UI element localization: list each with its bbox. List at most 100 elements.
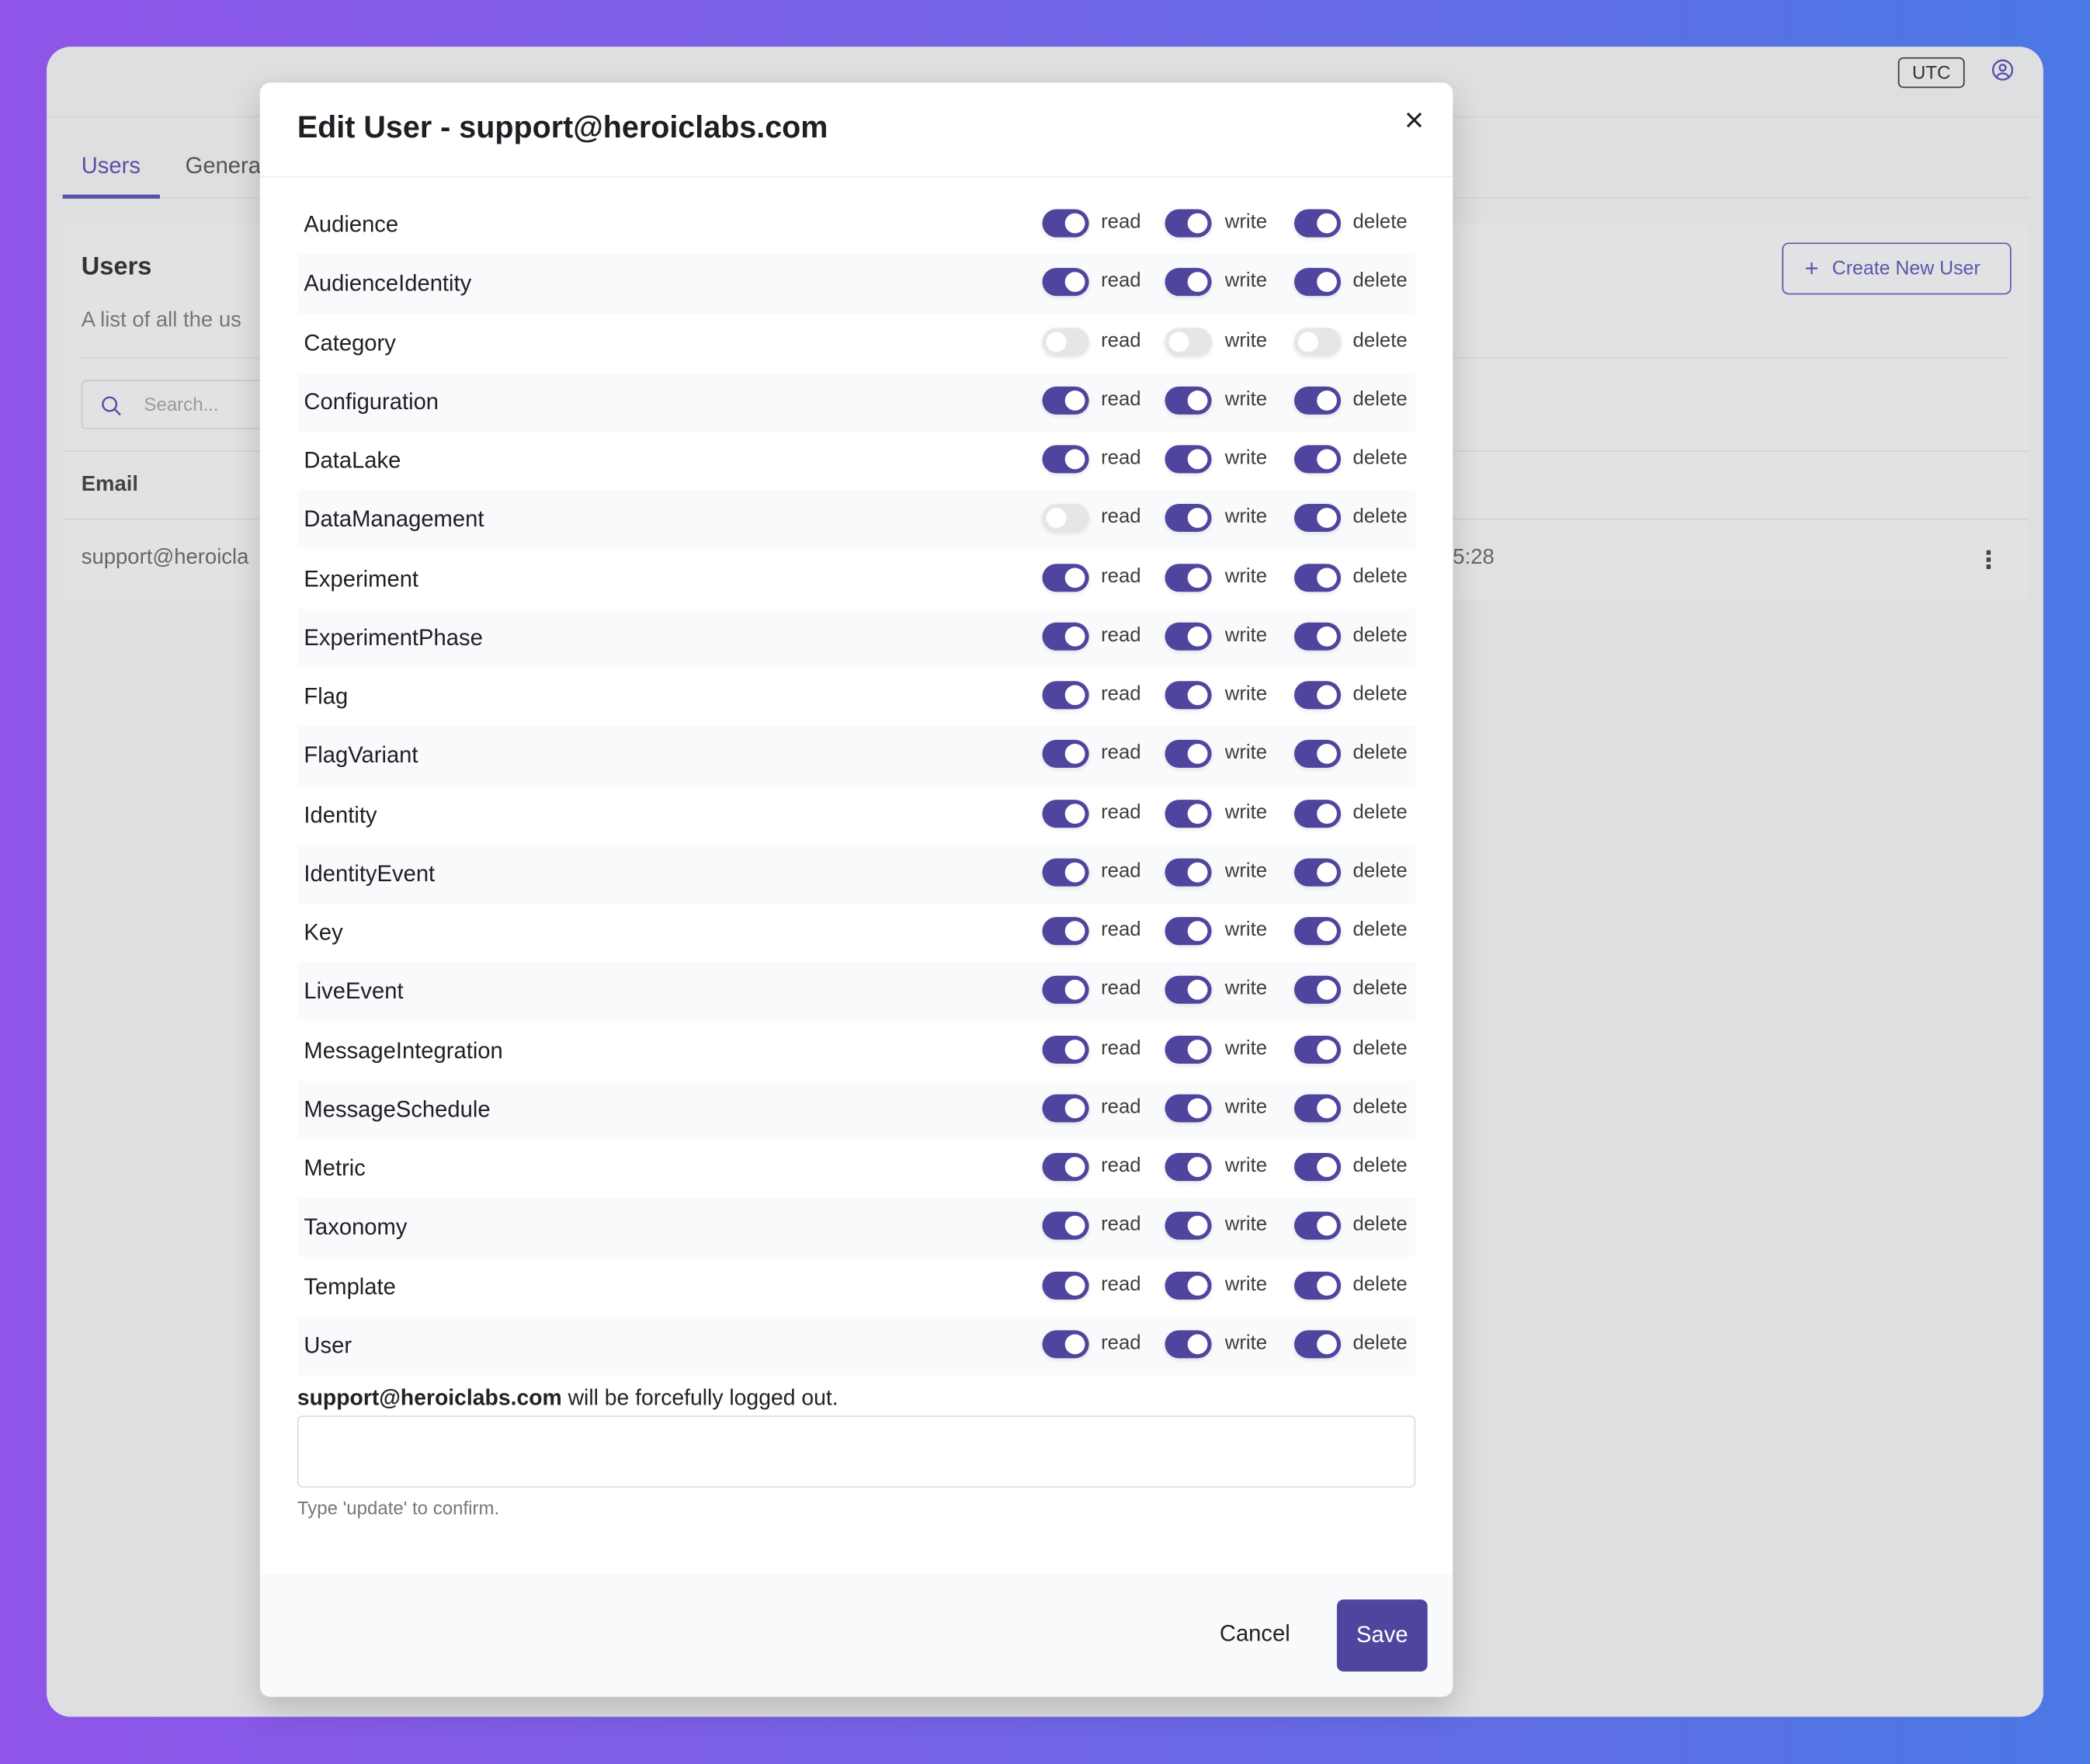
- delete-label: delete: [1352, 1096, 1408, 1119]
- delete-toggle[interactable]: [1294, 1153, 1342, 1182]
- delete-toggle[interactable]: [1294, 799, 1342, 828]
- permission-row: DataManagement read write delete: [297, 491, 1416, 550]
- modal-title: Edit User - support@heroiclabs.com: [297, 109, 828, 144]
- write-toggle[interactable]: [1165, 1212, 1212, 1241]
- delete-toggle[interactable]: [1294, 563, 1342, 592]
- read-label: read: [1101, 269, 1141, 293]
- user-circle-icon[interactable]: [1991, 59, 2014, 82]
- timezone-button[interactable]: UTC: [1897, 57, 1965, 89]
- write-toggle[interactable]: [1165, 976, 1212, 1005]
- write-label: write: [1224, 1331, 1268, 1355]
- read-toggle[interactable]: [1042, 917, 1089, 946]
- read-label: read: [1101, 859, 1141, 883]
- write-label: write: [1224, 269, 1268, 293]
- delete-label: delete: [1352, 387, 1408, 411]
- write-toggle[interactable]: [1165, 681, 1212, 710]
- delete-toggle[interactable]: [1294, 858, 1342, 887]
- delete-toggle[interactable]: [1294, 622, 1342, 651]
- read-toggle[interactable]: [1042, 268, 1089, 297]
- read-toggle[interactable]: [1042, 1330, 1089, 1359]
- permission-row: FlagVariant read write delete: [297, 727, 1416, 786]
- permission-row: ExperimentPhase read write delete: [297, 609, 1416, 668]
- delete-toggle[interactable]: [1294, 209, 1342, 238]
- plus-icon: +: [1804, 254, 1819, 282]
- read-toggle[interactable]: [1042, 445, 1089, 474]
- tab-general[interactable]: Genera: [186, 153, 261, 179]
- write-toggle[interactable]: [1165, 1271, 1212, 1300]
- write-toggle[interactable]: [1165, 1094, 1212, 1123]
- read-toggle[interactable]: [1042, 1035, 1089, 1064]
- create-user-button[interactable]: + Create New User: [1782, 242, 2012, 295]
- read-toggle[interactable]: [1042, 504, 1089, 533]
- write-toggle[interactable]: [1165, 563, 1212, 592]
- write-toggle[interactable]: [1165, 1035, 1212, 1064]
- write-toggle[interactable]: [1165, 445, 1212, 474]
- user-email-cell[interactable]: support@heroicla: [82, 547, 249, 571]
- delete-toggle[interactable]: [1294, 504, 1342, 533]
- write-toggle[interactable]: [1165, 917, 1212, 946]
- delete-label: delete: [1352, 269, 1408, 293]
- read-label: read: [1101, 564, 1141, 588]
- delete-toggle[interactable]: [1294, 268, 1342, 297]
- delete-toggle[interactable]: [1294, 681, 1342, 710]
- delete-toggle[interactable]: [1294, 1271, 1342, 1300]
- read-toggle[interactable]: [1042, 681, 1089, 710]
- read-toggle[interactable]: [1042, 1153, 1089, 1182]
- read-toggle[interactable]: [1042, 622, 1089, 651]
- write-label: write: [1224, 623, 1268, 647]
- permission-row: Identity read write delete: [297, 786, 1415, 845]
- read-toggle[interactable]: [1042, 563, 1089, 592]
- write-toggle[interactable]: [1165, 1330, 1212, 1359]
- write-toggle[interactable]: [1165, 740, 1212, 769]
- delete-toggle[interactable]: [1294, 386, 1342, 415]
- permission-row: DataLake read write delete: [297, 432, 1415, 491]
- delete-toggle[interactable]: [1294, 327, 1342, 356]
- close-icon[interactable]: [1401, 106, 1427, 133]
- read-toggle[interactable]: [1042, 799, 1089, 828]
- save-button[interactable]: Save: [1336, 1599, 1428, 1672]
- write-label: write: [1224, 1155, 1268, 1178]
- write-label: write: [1224, 859, 1268, 883]
- write-toggle[interactable]: [1165, 268, 1212, 297]
- delete-label: delete: [1352, 1331, 1408, 1355]
- read-toggle[interactable]: [1042, 1212, 1089, 1241]
- tab-users[interactable]: Users: [82, 153, 141, 179]
- read-toggle[interactable]: [1042, 976, 1089, 1005]
- write-label: write: [1224, 800, 1268, 824]
- delete-toggle[interactable]: [1294, 976, 1342, 1005]
- read-toggle[interactable]: [1042, 858, 1089, 887]
- delete-toggle[interactable]: [1294, 445, 1342, 474]
- write-toggle[interactable]: [1165, 858, 1212, 887]
- delete-toggle[interactable]: [1294, 740, 1342, 769]
- write-toggle[interactable]: [1165, 386, 1212, 415]
- permission-row: MessageSchedule read write delete: [297, 1081, 1416, 1140]
- write-toggle[interactable]: [1165, 504, 1212, 533]
- delete-label: delete: [1352, 446, 1408, 470]
- permission-name: Category: [304, 329, 396, 356]
- read-toggle[interactable]: [1042, 1094, 1089, 1123]
- read-toggle[interactable]: [1042, 386, 1089, 415]
- confirm-helper: Type 'update' to confirm.: [297, 1496, 500, 1519]
- write-toggle[interactable]: [1165, 327, 1212, 356]
- more-options-icon[interactable]: ⋮: [1977, 548, 2001, 572]
- write-label: write: [1224, 328, 1268, 352]
- delete-toggle[interactable]: [1294, 1212, 1342, 1241]
- delete-toggle[interactable]: [1294, 1330, 1342, 1359]
- write-toggle[interactable]: [1165, 1153, 1212, 1182]
- read-toggle[interactable]: [1042, 1271, 1089, 1300]
- write-toggle[interactable]: [1165, 209, 1212, 238]
- read-label: read: [1101, 977, 1141, 1001]
- permission-name: Audience: [304, 211, 399, 238]
- read-toggle[interactable]: [1042, 327, 1089, 356]
- delete-toggle[interactable]: [1294, 1094, 1342, 1123]
- permission-row: AudienceIdentity read write delete: [297, 255, 1416, 314]
- delete-toggle[interactable]: [1294, 1035, 1342, 1064]
- permission-name: DataLake: [304, 447, 401, 474]
- delete-toggle[interactable]: [1294, 917, 1342, 946]
- confirm-input[interactable]: [297, 1415, 1416, 1488]
- write-toggle[interactable]: [1165, 799, 1212, 828]
- write-toggle[interactable]: [1165, 622, 1212, 651]
- read-toggle[interactable]: [1042, 740, 1089, 769]
- read-toggle[interactable]: [1042, 209, 1089, 238]
- cancel-button[interactable]: Cancel: [1220, 1621, 1290, 1648]
